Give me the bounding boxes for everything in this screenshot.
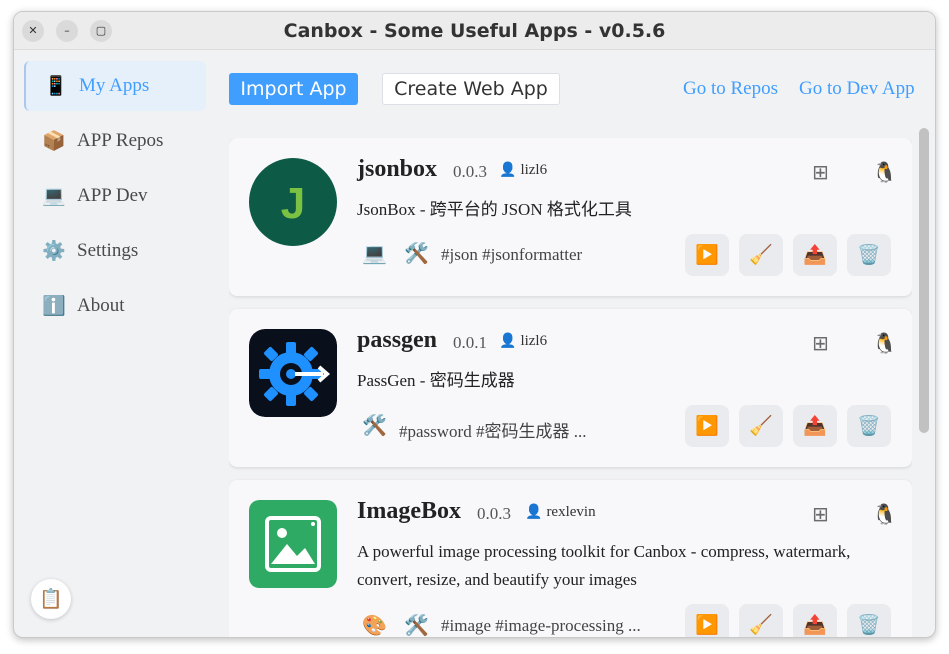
export-app-button[interactable]: 📤 xyxy=(793,405,837,447)
info-icon: ℹ️ xyxy=(42,295,66,317)
delete-app-button[interactable]: 🗑️ xyxy=(847,234,891,276)
go-to-repos-link[interactable]: Go to Repos xyxy=(683,78,778,100)
app-card-jsonbox: J jsonbox 0.0.3 👤 lizl6 JsonBox - 跨平台的 JS… xyxy=(229,138,912,296)
delete-app-button[interactable]: 🗑️ xyxy=(847,604,891,637)
sidebar-item-my-apps[interactable]: 📱 My Apps xyxy=(24,61,206,111)
sidebar-item-app-repos[interactable]: 📦 APP Repos xyxy=(24,116,206,166)
app-author: 👤 lizl6 xyxy=(499,162,547,179)
app-description: A powerful image processing toolkit for … xyxy=(357,542,851,561)
outbox-icon: 📤 xyxy=(803,415,827,437)
delete-app-button[interactable]: 🗑️ xyxy=(847,405,891,447)
window-title: Canbox - Some Useful Apps - v0.5.6 xyxy=(283,20,666,42)
trash-icon: 🗑️ xyxy=(857,244,881,266)
export-app-button[interactable]: 📤 xyxy=(793,234,837,276)
import-app-button[interactable]: Import App xyxy=(229,73,358,105)
phone-icon: 📱 xyxy=(44,75,68,97)
toolbar: Import App Create Web App Go to Repos Go… xyxy=(229,73,929,107)
app-list: J jsonbox 0.0.3 👤 lizl6 JsonBox - 跨平台的 JS… xyxy=(229,138,912,637)
tools-icon: 🛠️ xyxy=(404,241,429,265)
tools-icon: 🛠️ xyxy=(362,413,387,437)
app-author-name: rexlevin xyxy=(546,504,596,520)
app-tags: #json #jsonformatter xyxy=(441,245,583,264)
clear-data-button[interactable]: 🧹 xyxy=(739,405,783,447)
app-name: jsonbox xyxy=(357,156,438,182)
sidebar-item-about[interactable]: ℹ️ About xyxy=(24,281,206,331)
platform-icons: ⊞ 🐧 xyxy=(812,331,898,357)
imagebox-app-icon xyxy=(249,500,337,588)
export-app-button[interactable]: 📤 xyxy=(793,604,837,637)
app-version: 0.0.1 xyxy=(453,333,487,352)
sidebar-item-label: About xyxy=(77,295,125,316)
sidebar-item-label: APP Dev xyxy=(77,185,148,206)
tools-icon: 🛠️ xyxy=(404,613,429,637)
clipboard-button[interactable]: 📋 xyxy=(31,579,71,619)
laptop-icon: 💻 xyxy=(42,185,66,207)
broom-icon: 🧹 xyxy=(749,244,773,266)
broom-icon: 🧹 xyxy=(749,415,773,437)
clear-data-button[interactable]: 🧹 xyxy=(739,234,783,276)
windows-icon: ⊞ xyxy=(812,160,829,184)
app-author: 👤 lizl6 xyxy=(499,333,547,350)
sidebar-item-settings[interactable]: ⚙️ Settings xyxy=(24,226,206,276)
app-version: 0.0.3 xyxy=(477,504,511,523)
sidebar-item-app-dev[interactable]: 💻 APP Dev xyxy=(24,171,206,221)
windows-icon: ⊞ xyxy=(812,331,829,355)
linux-icon: 🐧 xyxy=(872,331,897,355)
app-name: ImageBox xyxy=(357,498,461,524)
palette-icon: 🎨 xyxy=(362,613,387,637)
go-to-dev-app-link[interactable]: Go to Dev App xyxy=(799,78,915,100)
title-bar: ✕ – ▢ Canbox - Some Useful Apps - v0.5.6 xyxy=(14,12,935,50)
app-description: PassGen - 密码生成器 xyxy=(357,371,515,390)
app-author-name: lizl6 xyxy=(520,162,548,178)
sidebar-item-label: APP Repos xyxy=(77,130,164,151)
trash-icon: 🗑️ xyxy=(857,415,881,437)
run-app-button[interactable]: ▶️ xyxy=(685,234,729,276)
user-icon: 👤 xyxy=(499,162,517,178)
app-tags: #password #密码生成器 ... xyxy=(399,422,587,441)
passgen-app-icon xyxy=(249,329,337,417)
run-app-button[interactable]: ▶️ xyxy=(685,604,729,637)
create-web-app-button[interactable]: Create Web App xyxy=(382,73,560,105)
app-description-line2: convert, resize, and beautify your image… xyxy=(357,570,637,589)
app-description: JsonBox - 跨平台的 JSON 格式化工具 xyxy=(357,200,632,219)
clipboard-icon: 📋 xyxy=(39,588,63,610)
sidebar: 📱 My Apps 📦 APP Repos 💻 APP Dev ⚙️ Setti… xyxy=(14,51,219,637)
laptop-icon: 💻 xyxy=(362,241,387,265)
app-card-imagebox: ImageBox 0.0.3 👤 rexlevin A powerful imag… xyxy=(229,480,912,637)
jsonbox-app-icon: J xyxy=(249,158,337,246)
scrollbar[interactable] xyxy=(919,128,929,433)
platform-icons: ⊞ 🐧 xyxy=(812,160,898,186)
clear-data-button[interactable]: 🧹 xyxy=(739,604,783,637)
package-icon: 📦 xyxy=(42,130,66,152)
sidebar-item-label: My Apps xyxy=(79,75,150,96)
app-author-name: lizl6 xyxy=(520,333,548,349)
play-icon: ▶️ xyxy=(695,244,719,266)
gear-icon: ⚙️ xyxy=(42,240,66,262)
outbox-icon: 📤 xyxy=(803,244,827,266)
run-app-button[interactable]: ▶️ xyxy=(685,405,729,447)
trash-icon: 🗑️ xyxy=(857,614,881,636)
platform-icons: ⊞ 🐧 xyxy=(812,502,898,528)
sidebar-item-label: Settings xyxy=(77,240,139,261)
app-card-passgen: passgen 0.0.1 👤 lizl6 PassGen - 密码生成器 ⊞ 🐧… xyxy=(229,309,912,467)
play-icon: ▶️ xyxy=(695,415,719,437)
app-name: passgen xyxy=(357,327,438,353)
app-tags: #image #image-processing ... xyxy=(441,616,641,635)
user-icon: 👤 xyxy=(525,504,543,520)
outbox-icon: 📤 xyxy=(803,614,827,636)
user-icon: 👤 xyxy=(499,333,517,349)
app-version: 0.0.3 xyxy=(453,162,487,181)
linux-icon: 🐧 xyxy=(872,160,897,184)
play-icon: ▶️ xyxy=(695,614,719,636)
windows-icon: ⊞ xyxy=(812,502,829,526)
linux-icon: 🐧 xyxy=(872,502,897,526)
jsonbox-icon-letter: J xyxy=(281,179,305,228)
broom-icon: 🧹 xyxy=(749,614,773,636)
app-window: ✕ – ▢ Canbox - Some Useful Apps - v0.5.6… xyxy=(13,11,936,638)
app-author: 👤 rexlevin xyxy=(525,504,596,521)
